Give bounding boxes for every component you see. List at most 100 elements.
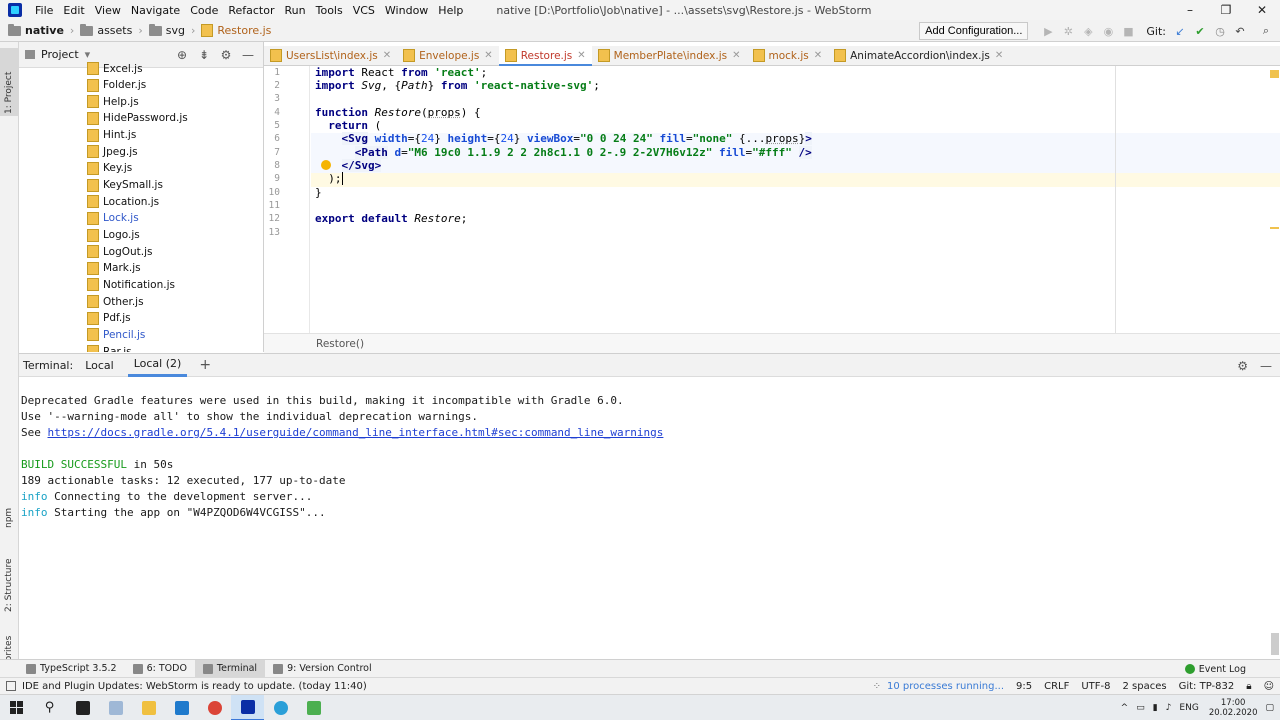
project-tree-item[interactable]: Rar.js [87, 343, 132, 352]
project-tree-item[interactable]: Location.js [87, 193, 159, 210]
volume-icon[interactable]: ♪ [1166, 703, 1172, 713]
menu-vcs[interactable]: VCS [348, 4, 380, 17]
terminal-scrollbar[interactable] [1271, 633, 1279, 655]
tab-animateaccordion[interactable]: AnimateAccordion\index.js ✕ [828, 46, 1009, 66]
project-panel-title[interactable]: Project [41, 48, 79, 61]
warning-marker[interactable] [1270, 70, 1279, 78]
taskbar-app[interactable] [132, 695, 165, 720]
chevron-up-icon[interactable]: ^ [1121, 703, 1129, 713]
menu-help[interactable]: Help [433, 4, 468, 17]
nav-crumb-svg[interactable]: svg [166, 24, 185, 37]
close-icon[interactable]: ✕ [577, 50, 585, 61]
taskbar-app[interactable] [165, 695, 198, 720]
project-tree-item[interactable]: Key.js [87, 160, 132, 177]
project-tree-item[interactable]: Notification.js [87, 276, 175, 293]
project-tree-item[interactable]: Pdf.js [87, 310, 131, 327]
line-separator[interactable]: CRLF [1044, 681, 1069, 692]
project-tree-item[interactable]: Folder.js [87, 77, 146, 94]
tab-restore[interactable]: Restore.js ✕ [498, 45, 592, 67]
indent-setting[interactable]: 2 spaces [1123, 681, 1167, 692]
debug-icon[interactable]: ✲ [1058, 25, 1078, 38]
profile-icon[interactable]: ◉ [1098, 25, 1118, 38]
close-icon[interactable]: ✕ [995, 50, 1003, 61]
file-encoding[interactable]: UTF-8 [1081, 681, 1110, 692]
project-tree-item[interactable]: KeySmall.js [87, 177, 163, 194]
breadcrumb-function[interactable]: Restore() [316, 338, 364, 350]
terminal-output[interactable]: Deprecated Gradle features were used in … [19, 377, 1271, 657]
event-log-tool[interactable]: Event Log [1177, 660, 1254, 678]
project-tree-item[interactable]: Jpeg.js [87, 143, 138, 160]
menu-file[interactable]: File [30, 4, 58, 17]
taskbar-app[interactable] [198, 695, 231, 720]
taskbar-app[interactable] [264, 695, 297, 720]
notifications-icon[interactable]: ▢ [1265, 703, 1274, 713]
menu-view[interactable]: View [90, 4, 126, 17]
search-icon[interactable]: ⌕ [1256, 24, 1276, 38]
tab-userslist[interactable]: UsersList\index.js ✕ [264, 46, 397, 66]
locate-icon[interactable]: ⊕ [171, 48, 193, 62]
menu-navigate[interactable]: Navigate [126, 4, 185, 17]
start-button[interactable] [0, 695, 33, 720]
terminal-tab-local[interactable]: Local [85, 359, 114, 372]
close-icon[interactable]: ✕ [732, 50, 740, 61]
menu-tools[interactable]: Tools [311, 4, 348, 17]
project-tree-item[interactable]: Lock.js [87, 210, 139, 227]
project-tree-item[interactable]: LogOut.js [87, 243, 153, 260]
structure-tool-label[interactable]: 2: Structure [4, 559, 14, 613]
menu-window[interactable]: Window [380, 4, 433, 17]
gear-icon[interactable]: ⚙ [1237, 359, 1248, 373]
battery-icon[interactable]: ▮ [1153, 703, 1158, 713]
typescript-tool[interactable]: TypeScript 3.5.2 [18, 660, 125, 678]
tab-envelope[interactable]: Envelope.js ✕ [397, 46, 499, 66]
git-rollback-icon[interactable]: ↶ [1230, 25, 1250, 38]
hide-icon[interactable]: — [1260, 359, 1272, 373]
project-tree-item[interactable]: Pencil.js [87, 326, 145, 343]
close-icon[interactable]: ✕ [383, 50, 391, 61]
run-icon[interactable]: ▶ [1038, 25, 1058, 38]
taskbar-app-webstorm[interactable] [231, 694, 264, 720]
git-commit-icon[interactable]: ✔ [1190, 25, 1210, 38]
nav-crumb-file[interactable]: Restore.js [217, 24, 271, 37]
menu-code[interactable]: Code [185, 4, 223, 17]
git-branch[interactable]: Git: TP-832 [1179, 681, 1235, 692]
menu-refactor[interactable]: Refactor [223, 4, 279, 17]
npm-tool-label[interactable]: npm [4, 508, 14, 528]
status-message[interactable]: IDE and Plugin Updates: WebStorm is read… [0, 681, 367, 692]
taskbar-app[interactable] [297, 695, 330, 720]
project-tree-item[interactable]: Logo.js [87, 227, 140, 244]
hide-icon[interactable]: — [237, 48, 259, 62]
project-tree-item[interactable]: Hint.js [87, 127, 136, 144]
git-update-icon[interactable]: ↙ [1170, 25, 1190, 38]
code-editor[interactable]: 1 2 3 4 5 6 7 8 9 10 11 12 13 import Rea… [264, 66, 1280, 333]
close-icon[interactable]: ✕ [814, 50, 822, 61]
gradle-docs-link[interactable]: https://docs.gradle.org/5.4.1/userguide/… [48, 426, 664, 439]
todo-tool[interactable]: 6: TODO [125, 660, 195, 678]
project-tree-item[interactable]: Excel.js [87, 60, 143, 77]
project-tree-item[interactable]: HidePassword.js [87, 110, 188, 127]
nav-crumb-assets[interactable]: assets [97, 24, 132, 37]
caret-position[interactable]: 9:5 [1016, 681, 1032, 692]
network-icon[interactable]: ▭ [1136, 703, 1145, 713]
terminal-tab-local-2[interactable]: Local (2) [127, 353, 188, 377]
inspector-icon[interactable]: ☺ [1264, 681, 1274, 692]
menu-edit[interactable]: Edit [58, 4, 89, 17]
stop-icon[interactable]: ■ [1118, 25, 1138, 38]
gear-icon[interactable]: ⚙ [215, 48, 237, 62]
git-history-icon[interactable]: ◷ [1210, 25, 1230, 38]
project-tree-item[interactable]: Help.js [87, 93, 139, 110]
taskbar-app[interactable] [99, 695, 132, 720]
new-terminal-icon[interactable]: + [199, 357, 211, 373]
close-button[interactable]: ✕ [1244, 3, 1280, 17]
nav-crumb-native[interactable]: native [25, 24, 64, 37]
add-configuration-button[interactable]: Add Configuration... [919, 22, 1029, 40]
background-processes[interactable]: 10 processes running... [887, 681, 1004, 692]
project-tree-item[interactable]: Other.js [87, 293, 144, 310]
menu-run[interactable]: Run [280, 4, 311, 17]
clock[interactable]: 17:00 20.02.2020 [1209, 698, 1258, 718]
close-icon[interactable]: ✕ [484, 50, 492, 61]
terminal-tool[interactable]: Terminal [194, 659, 266, 678]
project-tool-label[interactable]: 1: Project [4, 72, 14, 114]
maximize-button[interactable]: ❐ [1208, 3, 1244, 17]
search-button[interactable]: ⚲ [33, 695, 66, 720]
project-tree-item[interactable]: Mark.js [87, 260, 141, 277]
